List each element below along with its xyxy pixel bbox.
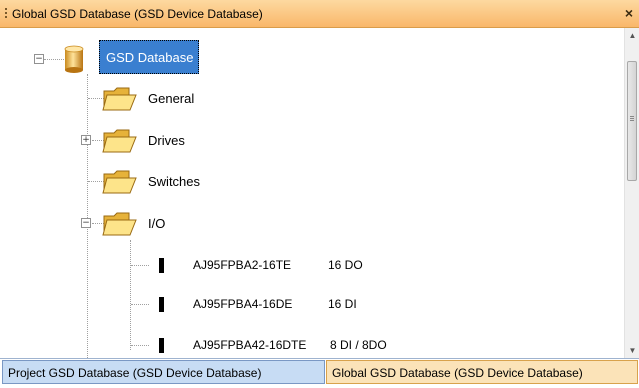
folder-icon <box>102 170 137 194</box>
folder-icon <box>102 87 137 111</box>
collapse-root-icon[interactable]: − <box>34 54 44 64</box>
device-icon <box>159 338 164 353</box>
tree-node-io[interactable]: I/O <box>148 216 165 231</box>
tree-line <box>131 265 149 266</box>
tree-node-drives[interactable]: Drives <box>148 133 185 148</box>
tree-node-switches[interactable]: Switches <box>148 174 200 189</box>
tree-node-gsd-database[interactable]: GSD Database <box>99 40 199 74</box>
gsd-tree: − GSD Database General + Drives Switches <box>0 28 624 358</box>
device-type: 16 DI <box>328 297 357 311</box>
scroll-down-icon[interactable]: ▼ <box>626 343 639 358</box>
tree-line <box>87 74 88 358</box>
database-icon <box>64 45 84 73</box>
collapse-io-icon[interactable]: − <box>81 218 91 228</box>
folder-icon <box>102 129 137 153</box>
scroll-up-icon[interactable]: ▲ <box>626 28 639 43</box>
vertical-scrollbar[interactable]: ▲ ▼ <box>624 28 639 358</box>
grip-icon <box>630 116 634 122</box>
tab-project-gsd-database[interactable]: Project GSD Database (GSD Device Databas… <box>2 360 325 384</box>
tree-line <box>131 345 149 346</box>
tree-line <box>44 59 64 60</box>
device-type: 16 DO <box>328 258 363 272</box>
tree-line <box>131 304 149 305</box>
tree-node-general[interactable]: General <box>148 91 194 106</box>
tab-global-gsd-database[interactable]: Global GSD Database (GSD Device Database… <box>326 360 638 384</box>
close-icon[interactable]: × <box>625 5 633 21</box>
tree-line <box>130 240 131 350</box>
device-type: 8 DI / 8DO <box>330 338 387 352</box>
expand-drives-icon[interactable]: + <box>81 135 91 145</box>
drag-grip-icon[interactable] <box>5 8 7 20</box>
folder-icon <box>102 212 137 236</box>
device-name[interactable]: AJ95FPBA42-16DTE <box>193 338 306 352</box>
device-name[interactable]: AJ95FPBA2-16TE <box>193 258 291 272</box>
device-icon <box>159 297 164 312</box>
bottom-tab-strip: Project GSD Database (GSD Device Databas… <box>0 358 639 388</box>
scrollbar-thumb[interactable] <box>627 61 637 181</box>
device-name[interactable]: AJ95FPBA4-16DE <box>193 297 292 311</box>
panel-titlebar: Global GSD Database (GSD Device Database… <box>0 0 639 28</box>
panel-title: Global GSD Database (GSD Device Database… <box>12 7 263 21</box>
device-icon <box>159 258 164 273</box>
